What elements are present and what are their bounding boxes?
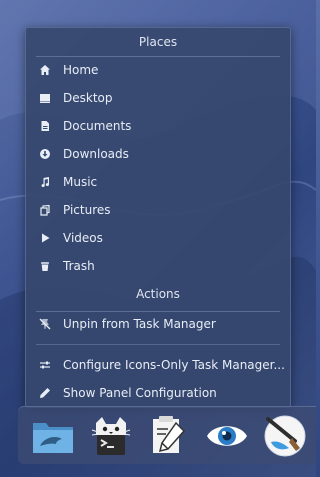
file-manager-icon[interactable] (30, 413, 76, 459)
home-icon (40, 65, 50, 75)
videos-icon (42, 233, 50, 243)
menu-item-label: Documents (63, 119, 132, 133)
menu-item-pictures[interactable]: Pictures (26, 196, 290, 224)
taskbar (18, 406, 316, 464)
menu-item-label: Music (63, 175, 98, 189)
terminal-cat-icon[interactable] (88, 413, 134, 459)
menu-item-music[interactable]: Music (26, 168, 290, 196)
menu-item-panel-config[interactable]: Show Panel Configuration (26, 379, 290, 407)
downloads-icon (40, 149, 50, 159)
trash-icon (41, 262, 49, 271)
desktop-icon (40, 94, 50, 103)
menu-item-desktop[interactable]: Desktop (26, 84, 290, 112)
image-viewer-eye-icon[interactable] (204, 413, 250, 459)
menu-separator (36, 344, 280, 345)
menu-item-label: Home (63, 63, 99, 77)
menu-item-documents[interactable]: Documents (26, 112, 290, 140)
text-editor-icon[interactable] (146, 413, 192, 459)
menu-item-label: Unpin from Task Manager (63, 317, 216, 331)
actions-header: Actions (136, 287, 180, 301)
menu-item-home[interactable]: Home (26, 56, 290, 84)
menu-item-label: Trash (63, 259, 95, 273)
configure-icon (40, 361, 50, 369)
menu-item-unpin[interactable]: Unpin from Task Manager (26, 310, 290, 338)
menu-item-videos[interactable]: Videos (26, 224, 290, 252)
menu-item-label: Configure Icons-Only Task Manager... (63, 358, 285, 372)
places-header: Places (138, 35, 178, 49)
menu-item-downloads[interactable]: Downloads (26, 140, 290, 168)
pictures-icon (40, 204, 50, 216)
menu-item-label: Desktop (63, 91, 113, 105)
menu-item-configure[interactable]: Configure Icons-Only Task Manager... (26, 351, 290, 379)
menu-item-label: Videos (63, 231, 103, 245)
documents-icon (41, 121, 49, 131)
paint-brush-icon[interactable] (262, 413, 308, 459)
menu-item-label: Show Panel Configuration (63, 386, 217, 400)
menu-item-trash[interactable]: Trash (26, 252, 290, 280)
menu-item-label: Downloads (63, 147, 129, 161)
menu-item-label: Pictures (63, 203, 111, 217)
pencil-icon (40, 388, 50, 398)
unpin-icon (39, 318, 51, 330)
context-menu: Places Home Desktop Documents Downloads (25, 27, 291, 408)
music-icon (41, 177, 50, 187)
